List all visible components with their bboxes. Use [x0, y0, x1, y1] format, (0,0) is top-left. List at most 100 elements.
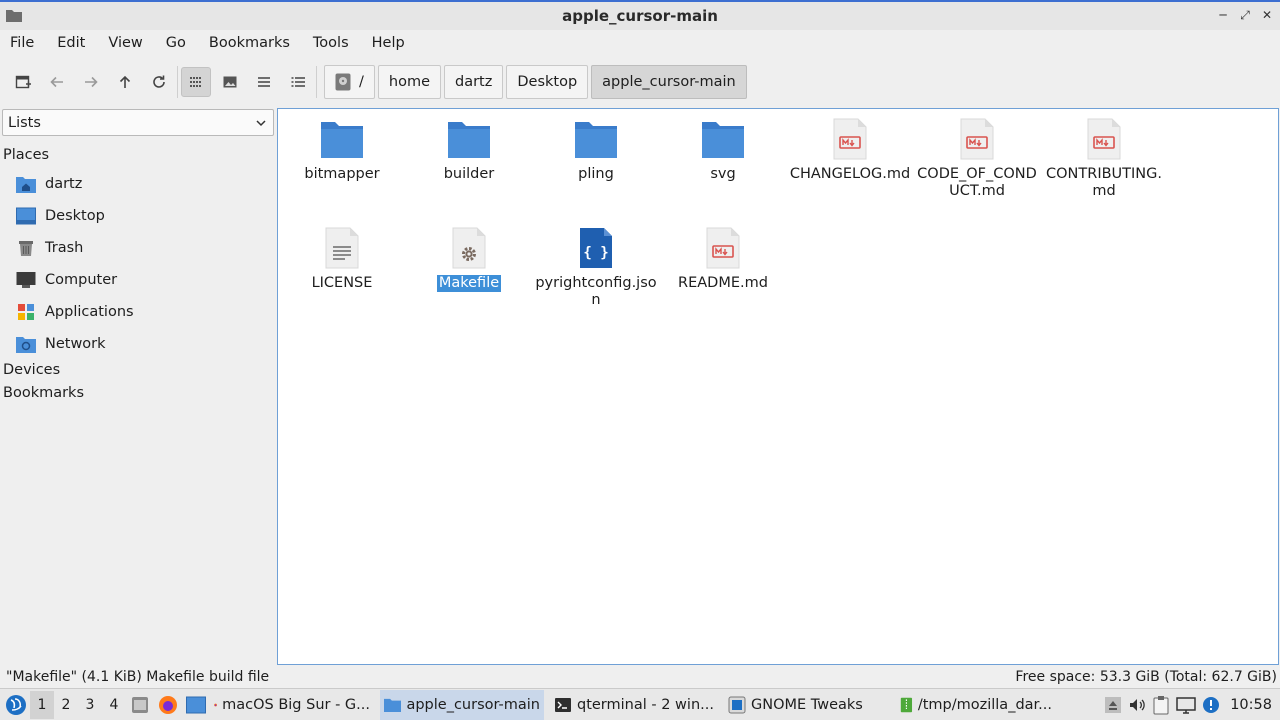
task-terminal[interactable]: qterminal - 2 win... [550, 690, 720, 720]
file-item[interactable]: CODE_OF_COND UCT.md [915, 115, 1039, 200]
file-item[interactable]: svg [661, 115, 785, 183]
task-gnome-tweaks[interactable]: GNOME Tweaks [724, 690, 892, 720]
thumbnail-view-icon [223, 76, 237, 88]
file-manager-launcher[interactable] [128, 693, 152, 717]
file-name: CHANGELOG.md [789, 166, 911, 182]
detailed-list-view-button[interactable] [283, 67, 313, 97]
file-item[interactable]: CONTRIBUTING. md [1042, 115, 1166, 200]
breadcrumb-dartz[interactable]: dartz [444, 65, 504, 99]
file-name: pyrightconfig.jso n [535, 275, 657, 308]
file-name: builder [443, 166, 495, 182]
firefox-launcher[interactable] [156, 693, 180, 717]
archive-icon [900, 697, 913, 712]
compact-view-button[interactable] [249, 67, 279, 97]
sidebar-item-desktop[interactable]: Desktop [16, 202, 105, 230]
display-icon[interactable] [1176, 696, 1196, 714]
menu-file[interactable]: File [10, 35, 43, 51]
sidebar: Lists Places dartz Desktop Trash Compute… [0, 108, 276, 664]
sidebar-item-trash[interactable]: Trash [16, 234, 83, 262]
forward-icon [85, 76, 98, 88]
file-item[interactable]: CHANGELOG.md [788, 115, 912, 183]
file-item[interactable]: Makefile [407, 224, 531, 292]
menu-edit[interactable]: Edit [57, 35, 94, 51]
eject-icon[interactable] [1104, 696, 1122, 714]
title-bar: apple_cursor-main ─ ⤢ ✕ [0, 0, 1280, 30]
sidebar-item-computer[interactable]: Computer [16, 266, 117, 294]
sidebar-item-label: Computer [45, 272, 118, 288]
reload-button[interactable] [144, 67, 174, 97]
thumbnail-view-button[interactable] [215, 67, 245, 97]
sidebar-item-network[interactable]: Network [16, 330, 106, 358]
back-button[interactable] [42, 67, 72, 97]
menu-help[interactable]: Help [372, 35, 414, 51]
file-item[interactable]: pling [534, 115, 658, 183]
toolbar-separator [316, 66, 317, 98]
show-desktop-button[interactable] [184, 693, 208, 717]
workspace-1[interactable]: 1 [30, 690, 54, 719]
menu-view[interactable]: View [108, 35, 151, 51]
file-item[interactable]: bitmapper [280, 115, 404, 183]
file-manager-icon [132, 696, 148, 713]
task-label: /tmp/mozilla_dar... [917, 696, 1052, 713]
back-icon [50, 76, 63, 88]
places-heading[interactable]: Places [3, 147, 49, 163]
folder-icon [572, 115, 620, 163]
chevron-down-icon [256, 120, 266, 127]
task-file-manager[interactable]: apple_cursor-main [380, 689, 544, 720]
breadcrumb-home[interactable]: home [377, 65, 441, 99]
firefox-icon [159, 695, 177, 714]
reload-icon [153, 75, 165, 88]
breadcrumb-current[interactable]: apple_cursor-main [591, 65, 747, 99]
firefox-icon [214, 703, 217, 706]
markdown-file-icon [699, 224, 747, 272]
start-menu-button[interactable] [4, 693, 28, 717]
sidebar-item-applications[interactable]: Applications [16, 298, 134, 326]
makefile-icon [445, 224, 493, 272]
taskbar: 1 2 3 4 macOS Big Sur - G... apple_curso… [0, 688, 1280, 720]
workspace-3[interactable]: 3 [78, 691, 102, 719]
updates-icon[interactable] [1202, 696, 1220, 714]
workspace-2[interactable]: 2 [54, 691, 78, 719]
clipboard-icon[interactable] [1152, 695, 1170, 715]
file-name: CONTRIBUTING. md [1046, 166, 1162, 199]
menu-tools[interactable]: Tools [313, 35, 358, 51]
forward-button[interactable] [76, 67, 106, 97]
trash-icon [16, 238, 36, 258]
sidebar-mode-select[interactable]: Lists [2, 109, 274, 136]
menu-bookmarks[interactable]: Bookmarks [209, 35, 299, 51]
breadcrumb-root[interactable]: / [324, 65, 375, 99]
file-item[interactable]: LICENSE [280, 224, 404, 292]
up-button[interactable] [110, 67, 140, 97]
menu-go[interactable]: Go [166, 35, 195, 51]
workspace-4[interactable]: 4 [102, 691, 126, 719]
sidebar-item-label: Network [45, 336, 106, 352]
new-tab-button[interactable] [8, 67, 38, 97]
clock[interactable]: 10:58 [1230, 697, 1272, 713]
sidebar-item-label: dartz [45, 176, 83, 192]
icon-view-button[interactable] [181, 67, 211, 97]
desktop-icon [186, 696, 206, 713]
task-firefox[interactable]: macOS Big Sur - G... [210, 690, 374, 720]
task-archive[interactable]: /tmp/mozilla_dar... [896, 690, 1056, 720]
task-label: GNOME Tweaks [751, 696, 863, 713]
volume-icon[interactable] [1128, 696, 1146, 714]
breadcrumb-desktop[interactable]: Desktop [506, 65, 589, 99]
file-name: LICENSE [311, 275, 373, 291]
file-item[interactable]: { } pyrightconfig.jso n [534, 224, 658, 309]
folder-icon [699, 115, 747, 163]
network-icon [16, 334, 36, 354]
file-item[interactable]: builder [407, 115, 531, 183]
file-name: svg [710, 166, 736, 182]
file-name: README.md [678, 275, 768, 291]
maximize-icon[interactable]: ⤢ [1238, 8, 1252, 22]
window-title: apple_cursor-main [562, 7, 718, 25]
markdown-file-icon [953, 115, 1001, 163]
close-icon[interactable]: ✕ [1260, 8, 1274, 22]
file-item[interactable]: README.md [661, 224, 785, 292]
sidebar-item-label: Trash [45, 240, 84, 256]
bookmarks-heading[interactable]: Bookmarks [3, 385, 84, 401]
sidebar-item-dartz[interactable]: dartz [16, 170, 82, 198]
minimize-icon[interactable]: ─ [1216, 8, 1230, 22]
devices-heading[interactable]: Devices [3, 362, 60, 378]
file-view[interactable]: bitmapper builder pling svg CHANGELOG.md… [277, 108, 1279, 665]
